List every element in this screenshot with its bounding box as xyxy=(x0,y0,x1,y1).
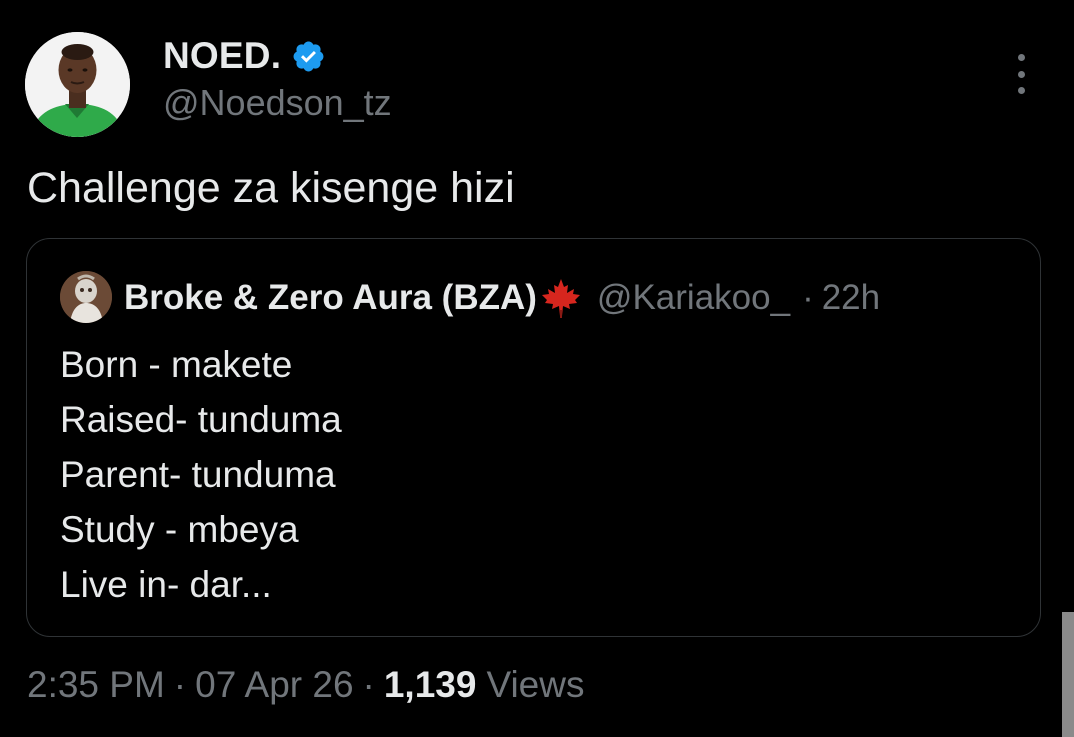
tweet-time[interactable]: 2:35 PM xyxy=(27,664,165,706)
quote-avatar-image xyxy=(60,271,112,323)
more-dot xyxy=(1017,87,1025,94)
author-handle[interactable]: @Noedson_tz xyxy=(163,82,392,124)
quote-header: Broke & Zero Aura (BZA) @Kariakoo_ · 22h xyxy=(124,275,880,321)
tweet-text: Challenge za kisenge hizi xyxy=(27,164,515,212)
quote-handle[interactable]: @Kariakoo_ xyxy=(597,278,790,318)
more-options-icon[interactable] xyxy=(1004,54,1038,94)
views-count[interactable]: 1,139 xyxy=(384,664,477,706)
tweet-meta: 2:35 PM · 07 Apr 26 · 1,139 Views xyxy=(27,664,584,706)
quoted-tweet-card[interactable]: Broke & Zero Aura (BZA) @Kariakoo_ · 22h… xyxy=(26,238,1041,637)
author-name-row: NOED. xyxy=(163,34,392,78)
quote-line: Born - makete xyxy=(60,344,293,385)
tweet-date[interactable]: 07 Apr 26 xyxy=(195,664,353,706)
more-dot xyxy=(1017,54,1025,61)
views-label: Views xyxy=(486,664,585,705)
more-dot xyxy=(1017,70,1025,78)
quote-text: Born - makete Raised- tunduma Parent- tu… xyxy=(60,337,342,612)
quote-author-avatar[interactable] xyxy=(60,271,112,323)
quote-line: Study - mbeya xyxy=(60,509,299,550)
meta-separator: · xyxy=(173,664,187,705)
scrollbar-thumb[interactable] xyxy=(1062,612,1074,737)
quote-line: Parent- tunduma xyxy=(60,454,336,495)
quote-separator: · xyxy=(802,278,814,317)
quote-line: Raised- tunduma xyxy=(60,399,342,440)
maple-leaf-icon xyxy=(539,276,583,320)
tweet: NOED. @Noedson_tz Challenge za kisenge h… xyxy=(0,0,1074,737)
quote-line: Live in- dar... xyxy=(60,564,272,605)
author-display-name[interactable]: NOED. xyxy=(163,35,281,77)
quote-display-name[interactable]: Broke & Zero Aura (BZA) xyxy=(124,278,537,318)
verified-badge-icon[interactable] xyxy=(291,39,326,74)
author-avatar[interactable] xyxy=(25,32,130,137)
author-avatar-image xyxy=(25,32,130,137)
quote-timestamp[interactable]: 22h xyxy=(822,278,880,318)
author-info: NOED. @Noedson_tz xyxy=(163,34,392,124)
meta-separator: · xyxy=(362,664,375,705)
